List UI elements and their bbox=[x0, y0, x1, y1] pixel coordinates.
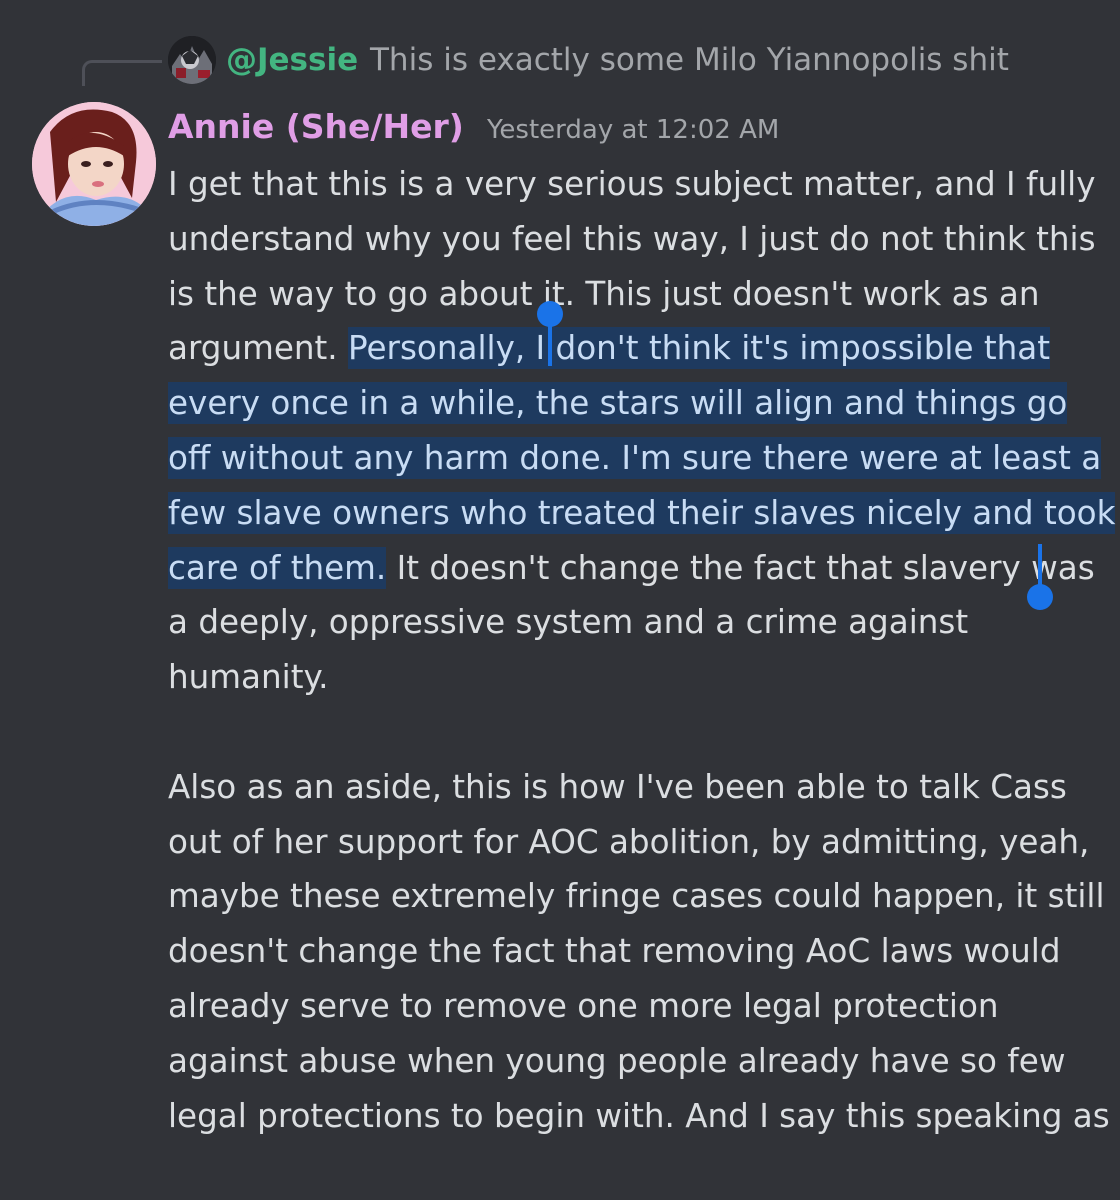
message-paragraph-2: Also as an aside, this is how I've been … bbox=[168, 767, 1110, 1135]
reply-avatar-image bbox=[168, 36, 216, 84]
message-timestamp: Yesterday at 12:02 AM bbox=[487, 115, 780, 145]
author-avatar[interactable] bbox=[32, 102, 156, 226]
reply-preview-text[interactable]: This is exactly some Milo Yiannopolis sh… bbox=[370, 38, 1009, 82]
reply-avatar[interactable] bbox=[168, 36, 216, 84]
reply-username[interactable]: @Jessie bbox=[226, 38, 358, 82]
reply-connector-line bbox=[82, 60, 162, 86]
message-content[interactable]: I get that this is a very serious subjec… bbox=[168, 157, 1118, 1143]
author-name[interactable]: Annie (She/Her) bbox=[168, 104, 464, 150]
message-paragraph-1: I get that this is a very serious subjec… bbox=[168, 157, 1118, 705]
selection-start-handle[interactable] bbox=[537, 301, 563, 327]
selection-end-handle[interactable] bbox=[1027, 584, 1053, 610]
author-avatar-image bbox=[32, 102, 156, 226]
